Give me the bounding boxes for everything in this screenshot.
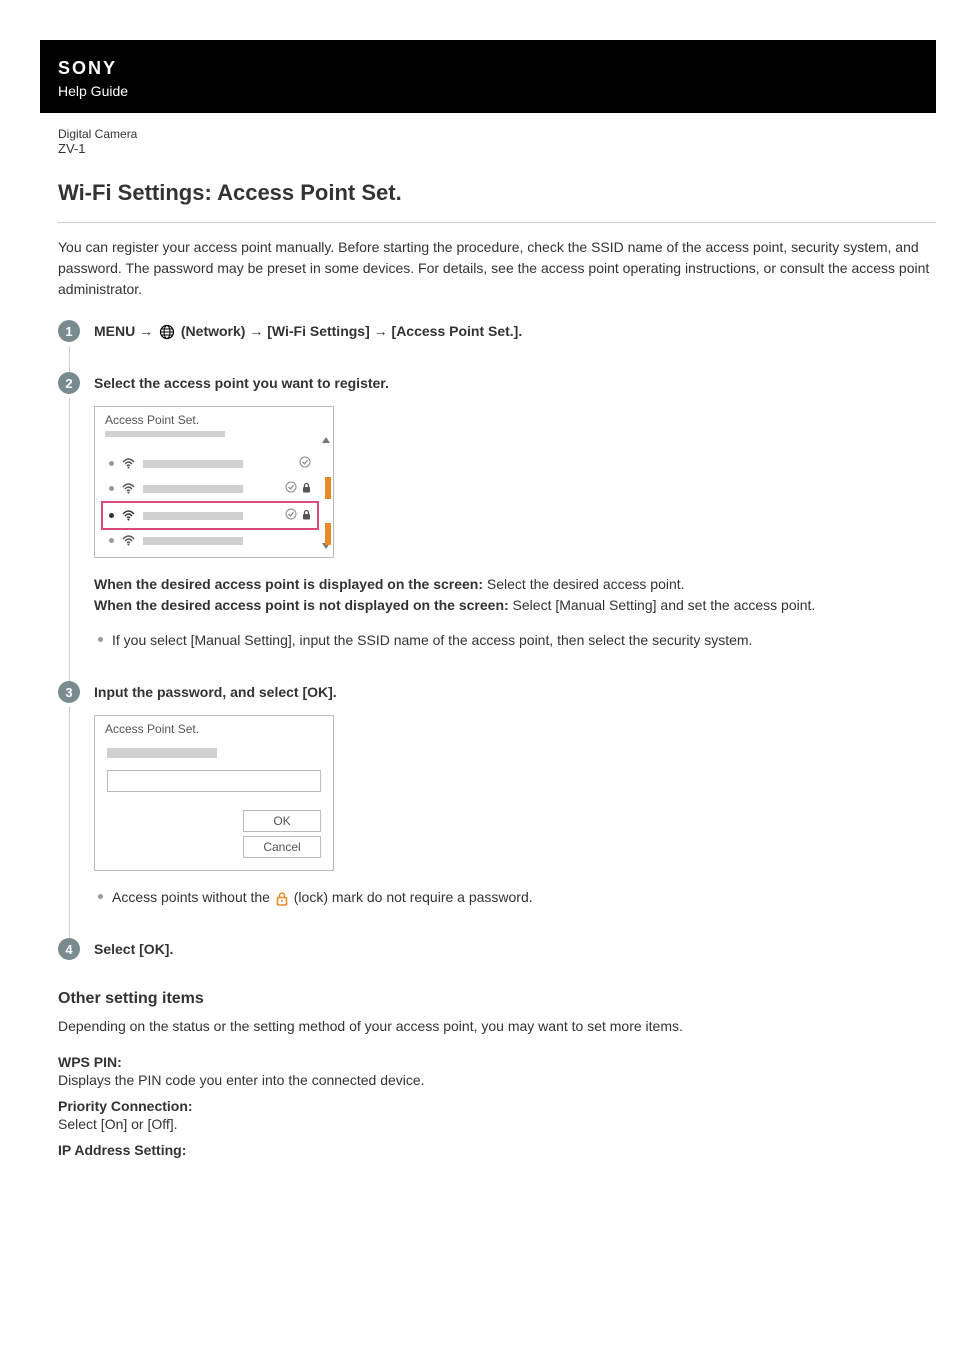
network-globe-icon (159, 324, 175, 340)
scroll-thumb[interactable] (325, 477, 331, 499)
step-1-path: (Network) → [Wi-Fi Settings] → [Access P… (177, 323, 522, 339)
access-point-row-selected[interactable] (101, 501, 319, 530)
step-3-title: Input the password, and select [OK]. (94, 681, 936, 703)
cancel-button[interactable]: Cancel (243, 836, 321, 858)
step-4-number: 4 (58, 938, 80, 960)
lock-icon (302, 482, 311, 496)
access-point-list-screenshot: Access Point Set. (94, 406, 334, 558)
setting-priority-connection: Priority Connection: Select [On] or [Off… (58, 1098, 936, 1132)
ok-button[interactable]: OK (243, 810, 321, 832)
step-2-bullet: If you select [Manual Setting], input th… (94, 630, 936, 651)
help-guide-label: Help Guide (58, 83, 918, 99)
wifi-signal-icon (122, 483, 135, 494)
bullet-post: (lock) mark do not require a password. (290, 889, 533, 905)
step-1-prefix: MENU → (94, 323, 157, 339)
wifi-signal-icon (122, 510, 135, 521)
step-2-title: Select the access point you want to regi… (94, 372, 936, 394)
lock-icon (302, 509, 311, 523)
displayed-text: Select the desired access point. (483, 576, 685, 592)
checkmark-circle-icon (299, 456, 311, 471)
setting-desc: Displays the PIN code you enter into the… (58, 1072, 936, 1088)
not-displayed-label: When the desired access point is not dis… (94, 597, 509, 613)
access-point-row[interactable] (103, 530, 317, 551)
access-point-row[interactable] (103, 476, 317, 501)
step-4-title: Select [OK]. (94, 938, 936, 960)
step-3-bullet: Access points without the (lock) mark do… (94, 887, 936, 908)
title-rule (58, 222, 936, 223)
screenshot-1-title: Access Point Set. (95, 407, 333, 429)
wifi-signal-icon (122, 458, 135, 469)
other-settings-intro: Depending on the status or the setting m… (58, 1018, 936, 1034)
intro-text: You can register your access point manua… (58, 237, 936, 300)
step-1-title: MENU → (Network) → [Wi-Fi Settings] → [A… (94, 320, 936, 342)
step-1: 1 MENU → (Network) → [Wi-Fi Settings] → … (58, 320, 936, 342)
step-2-number: 2 (58, 372, 80, 394)
access-point-row[interactable] (103, 451, 317, 476)
displayed-label: When the desired access point is display… (94, 576, 483, 592)
setting-label: IP Address Setting: (58, 1142, 936, 1158)
step-3: 3 Input the password, and select [OK]. A… (58, 681, 936, 908)
checkmark-circle-icon (285, 508, 297, 523)
other-settings-heading: Other setting items (58, 990, 936, 1008)
wifi-signal-icon (122, 535, 135, 546)
not-displayed-text: Select [Manual Setting] and set the acce… (509, 597, 816, 613)
header-bar: SONY Help Guide (40, 40, 936, 113)
setting-desc: Select [On] or [Off]. (58, 1116, 936, 1132)
screenshot-2-title: Access Point Set. (95, 716, 333, 738)
setting-wps-pin: WPS PIN: Displays the PIN code you enter… (58, 1054, 936, 1088)
step-3-number: 3 (58, 681, 80, 703)
step-2: 2 Select the access point you want to re… (58, 372, 936, 651)
setting-label: Priority Connection: (58, 1098, 936, 1114)
bullet-pre: Access points without the (112, 889, 274, 905)
scroll-indicator (325, 523, 331, 545)
step-1-number: 1 (58, 320, 80, 342)
scroll-up-icon (322, 437, 330, 443)
setting-label: WPS PIN: (58, 1054, 936, 1070)
page-title: Wi-Fi Settings: Access Point Set. (58, 180, 936, 206)
checkmark-circle-icon (285, 481, 297, 496)
lock-icon (276, 891, 288, 906)
setting-ip-address: IP Address Setting: (58, 1142, 936, 1158)
step-4: 4 Select [OK]. (58, 938, 936, 960)
password-input[interactable] (107, 770, 321, 792)
product-category: Digital Camera (58, 127, 936, 141)
product-model: ZV-1 (58, 141, 936, 156)
password-entry-screenshot: Access Point Set. OK Cancel (94, 715, 334, 871)
brand-logo: SONY (58, 58, 918, 79)
step-2-body: When the desired access point is display… (94, 574, 936, 651)
